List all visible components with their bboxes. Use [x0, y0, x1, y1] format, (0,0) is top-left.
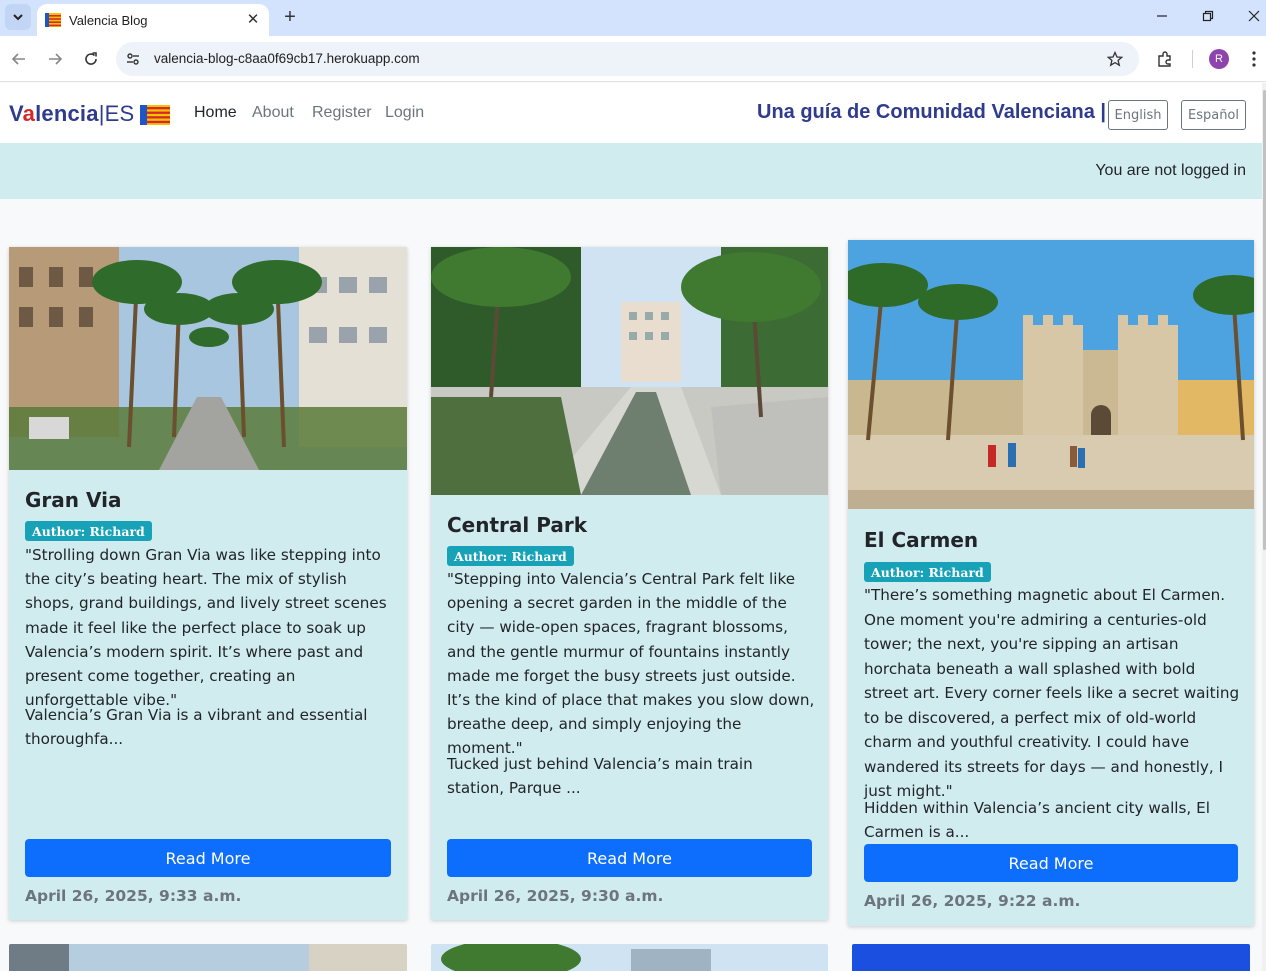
address-bar[interactable]: valencia-blog-c8aa0f69cb17.herokuapp.com [116, 42, 1139, 76]
post-date: April 26, 2025, 9:22 a.m. [864, 892, 1081, 910]
reload-icon[interactable] [78, 46, 104, 72]
chevron-down-icon [13, 14, 23, 21]
site-logo[interactable]: Valencia|ES [9, 101, 134, 127]
post-excerpt: Valencia’s Gran Via is a vibrant and ess… [25, 706, 368, 749]
post-date: April 26, 2025, 9:30 a.m. [447, 887, 664, 905]
read-more-button[interactable]: Read More [864, 844, 1238, 882]
author-badge: Author: Richard [25, 521, 152, 541]
post-title[interactable]: Gran Via [25, 488, 121, 512]
new-tab-icon[interactable]: + [278, 5, 302, 29]
spanish-language-button[interactable]: Español [1181, 100, 1246, 130]
close-window-icon[interactable] [1240, 4, 1266, 28]
brand-suffix: ES [104, 101, 135, 126]
brand-name-rest: lencia [35, 101, 99, 126]
site-navbar: Valencia|ES Home About Register Login Un… [0, 83, 1262, 143]
next-post-image-peek[interactable] [431, 944, 828, 971]
more-menu-icon[interactable] [1244, 49, 1264, 69]
author-badge: Author: Richard [864, 562, 991, 582]
post-date: April 26, 2025, 9:33 a.m. [25, 887, 242, 905]
brand-letter-v: V [9, 101, 23, 126]
post-card: El Carmen Author: Richard "There’s somet… [848, 240, 1254, 926]
post-title[interactable]: El Carmen [864, 528, 978, 552]
gran-via-image[interactable] [9, 247, 407, 470]
post-quote: "Stepping into Valencia’s Central Park f… [447, 570, 815, 758]
back-arrow-icon[interactable] [6, 46, 32, 72]
restore-icon[interactable] [1194, 4, 1222, 28]
tab-title: Valencia Blog [69, 13, 148, 28]
valencia-flag-icon [45, 13, 61, 27]
site-settings-icon[interactable] [124, 50, 142, 68]
nav-register-link[interactable]: Register [312, 104, 372, 122]
el-carmen-image[interactable] [848, 240, 1254, 509]
nav-about-link[interactable]: About [252, 104, 294, 122]
extensions-icon[interactable] [1153, 47, 1177, 71]
post-title[interactable]: Central Park [447, 513, 587, 537]
profile-avatar[interactable]: R [1209, 49, 1229, 69]
english-language-button[interactable]: English [1108, 100, 1168, 130]
browser-toolbar: valencia-blog-c8aa0f69cb17.herokuapp.com… [0, 36, 1266, 82]
url-text: valencia-blog-c8aa0f69cb17.herokuapp.com [154, 51, 420, 66]
login-status-text: You are not logged in [1095, 162, 1246, 179]
post-excerpt: Tucked just behind Valencia’s main train… [447, 755, 753, 798]
forward-arrow-icon[interactable] [42, 46, 68, 72]
central-park-image[interactable] [431, 247, 828, 495]
next-post-image-peek[interactable] [852, 944, 1250, 971]
minimize-icon[interactable] [1148, 4, 1176, 28]
brand-letter-a: a [22, 101, 36, 126]
browser-tab[interactable]: Valencia Blog ✕ [37, 4, 269, 36]
valencia-flag-icon [140, 105, 170, 125]
post-card: Gran Via Author: Richard "Strolling down… [9, 247, 407, 920]
toolbar-divider [1192, 50, 1193, 68]
author-badge: Author: Richard [447, 546, 574, 566]
post-quote: "Strolling down Gran Via was like steppi… [25, 546, 387, 710]
login-status-bar: You are not logged in [0, 143, 1262, 199]
post-card: Central Park Author: Richard "Stepping i… [431, 247, 828, 920]
nav-login-link[interactable]: Login [385, 104, 424, 122]
read-more-button[interactable]: Read More [25, 839, 391, 877]
post-quote: "There’s something magnetic about El Car… [864, 586, 1240, 800]
site-tagline: Una guía de Comunidad Valenciana | [757, 101, 1107, 123]
tab-search-button[interactable] [5, 4, 31, 30]
browser-tab-bar: Valencia Blog ✕ + [0, 0, 1266, 36]
close-tab-icon[interactable]: ✕ [243, 9, 263, 29]
next-post-image-peek[interactable] [9, 944, 407, 971]
bookmark-star-icon[interactable] [1105, 49, 1125, 69]
post-excerpt: Hidden within Valencia’s ancient city wa… [864, 799, 1210, 842]
read-more-button[interactable]: Read More [447, 839, 812, 877]
nav-home-link[interactable]: Home [194, 104, 237, 122]
